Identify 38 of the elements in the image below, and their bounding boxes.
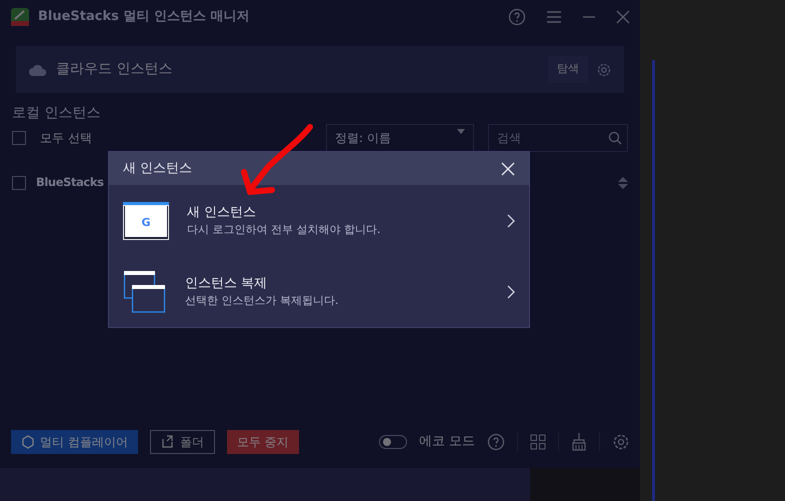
grid-icon[interactable] xyxy=(530,434,546,450)
checkbox[interactable] xyxy=(12,131,26,145)
checkbox[interactable] xyxy=(12,176,26,190)
option-title: 새 인스턴스 xyxy=(187,204,258,222)
section-heading: 로컬 인스턴스 xyxy=(12,104,102,123)
duplicate-windows-icon xyxy=(123,270,167,312)
settings-icon[interactable] xyxy=(612,433,630,451)
broom-icon[interactable] xyxy=(571,433,587,451)
help-icon[interactable] xyxy=(487,433,505,451)
dialog-option[interactable]: 인스턴스 복제 선택한 인스턴스가 복제됩니다. xyxy=(109,256,529,327)
eco-mode-label: 에코 모드 xyxy=(418,433,475,452)
option-title: 인스턴스 복제 xyxy=(185,274,268,292)
footer-button[interactable]: 멀티 컴플레이어 xyxy=(11,430,138,454)
folder-export-icon xyxy=(160,435,174,449)
search-icon xyxy=(608,131,622,145)
select-all-label[interactable]: 모두 선택 xyxy=(40,129,312,147)
eco-mode-toggle[interactable] xyxy=(378,435,407,449)
settings-icon[interactable] xyxy=(596,62,612,78)
footer-button[interactable]: 모두 중지 xyxy=(226,430,299,454)
option-description: 선택한 인스턴스가 복제됩니다. xyxy=(185,293,340,309)
google-logo: G xyxy=(141,216,151,228)
dialog-option[interactable]: G 새 인스턴스 다시 로그인하여 전부 설치해야 합니다. xyxy=(109,185,529,256)
option-description: 다시 로그인하여 전부 설치해야 합니다. xyxy=(187,222,382,238)
explore-button[interactable]: 탐색 xyxy=(548,56,588,83)
window-title: BlueStacks 멀티 인스턴스 매니저 xyxy=(38,8,250,26)
menu-icon[interactable] xyxy=(546,10,562,24)
cloud-icon xyxy=(28,62,48,76)
help-icon[interactable] xyxy=(508,8,526,26)
caret-icon xyxy=(457,129,465,135)
dialog-title: 새 인스턴스 xyxy=(123,160,194,178)
cloud-instance-label: 클라우드 인스턴스 xyxy=(56,60,174,79)
footer-button[interactable]: 폴더 xyxy=(150,430,215,454)
app-logo-icon xyxy=(10,7,30,27)
chevron-right-icon xyxy=(507,284,515,298)
chevron-right-icon xyxy=(507,214,515,228)
sort-arrows-icon[interactable] xyxy=(618,177,628,189)
instance-name: BlueStacks xyxy=(36,174,105,192)
search-field[interactable]: 검색 xyxy=(488,124,628,152)
